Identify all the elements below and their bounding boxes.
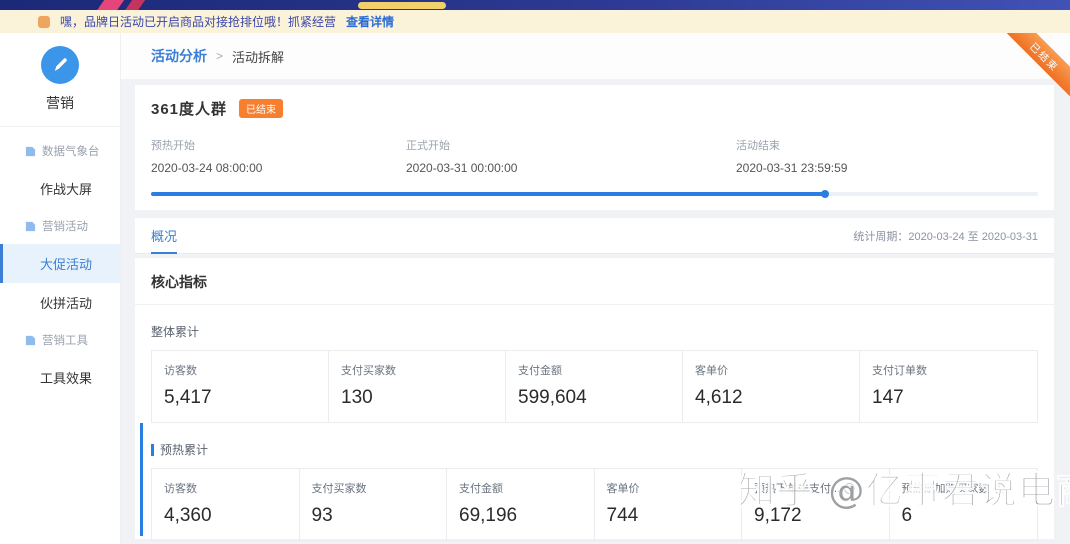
metric-value: 5,417: [164, 387, 212, 408]
section-label-text: 预热累计: [160, 443, 209, 457]
decor-stripe: [91, 0, 129, 10]
official-start-value: 2020-03-31 00:00:00: [406, 161, 518, 175]
metric-value: 6: [901, 505, 913, 526]
activity-progress-bar: [151, 190, 1038, 198]
metric-cell: 访客数 5,417: [152, 351, 329, 422]
sidebar-item-label: 工具效果: [40, 371, 93, 386]
metric-cell: 支付买家数 93: [300, 469, 447, 540]
metric-cell: 客单价 744: [595, 469, 742, 540]
activity-summary-card: 361度人群 已结束 预热开始 2020-03-24 08:00:00 正式开始…: [135, 85, 1054, 210]
notification-banner: 嘿，品牌日活动已开启商品对接抢排位哦！抓紧经营 查看详情: [0, 10, 1070, 33]
activity-end-label: 活动结束: [736, 140, 780, 152]
metric-label: 预热期加购买家数: [901, 483, 990, 495]
sidebar-item-group-activity[interactable]: 伙拼活动: [0, 283, 120, 322]
sidebar-item-tool-effect[interactable]: 工具效果: [0, 358, 120, 397]
metrics-title: 核心指标: [151, 274, 207, 290]
metric-cell: 访客数 4,360: [152, 469, 300, 540]
app-title: 营销: [46, 95, 74, 111]
sidebar-group-data[interactable]: 数据气象台: [0, 133, 120, 169]
metric-label: 客单价: [606, 483, 640, 495]
metric-cell: 预热期加购买家数 i 6: [890, 469, 1038, 540]
breadcrumb-parent[interactable]: 活动分析: [151, 46, 207, 66]
core-metrics-card: 核心指标 整体累计 访客数 5,417 支付买家数 130 支付金额 599,6…: [135, 258, 1054, 541]
metric-label: 支付金额: [518, 365, 562, 377]
sidebar-item-label: 营销工具: [42, 335, 88, 347]
sidebar-item-label: 大促活动: [40, 257, 93, 272]
metric-value: 69,196: [459, 505, 518, 526]
activity-end-value: 2020-03-31 23:59:59: [736, 161, 848, 175]
banner-text: 嘿，品牌日活动已开启商品对接抢排位哦！抓紧经营: [60, 15, 337, 29]
progress-dot: [821, 190, 830, 198]
metric-value: 4,612: [695, 387, 743, 408]
section-accent-bar: [151, 443, 154, 456]
tab-bar: 概况 统计周期：2020-03-24 至 2020-03-31: [135, 218, 1054, 254]
sidebar: 营销 数据气象台 作战大屏 营销活动 大促活动 伙拼活动 营销工具 工具效果: [0, 33, 121, 544]
divider: [135, 304, 1054, 305]
metric-label: 客单价: [695, 365, 728, 377]
metric-cell: 预热下单未支付... i 9,172: [742, 469, 890, 540]
metric-label: 预热下单未支付...: [754, 483, 841, 495]
status-ribbon: 已结束: [1004, 33, 1070, 99]
activity-title: 361度人群: [151, 101, 228, 118]
metric-value: 4,360: [164, 505, 212, 526]
metric-value: 744: [606, 505, 639, 526]
document-icon: [25, 335, 36, 345]
sidebar-item-label: 数据气象台: [42, 146, 100, 158]
sidebar-item-label: 作战大屏: [40, 182, 93, 197]
sidebar-group-tools[interactable]: 营销工具: [0, 322, 120, 358]
marketing-pen-icon: [41, 46, 79, 84]
info-icon[interactable]: i: [844, 482, 856, 494]
tab-overview[interactable]: 概况: [151, 218, 178, 254]
scroll-indicator-bar: [140, 423, 143, 536]
metric-label: 支付订单数: [872, 365, 927, 377]
top-decor-strip: [0, 0, 1070, 10]
metric-label: 支付买家数: [341, 365, 396, 377]
decor-pill: [358, 2, 446, 9]
sidebar-group-activities[interactable]: 营销活动: [0, 208, 120, 244]
overall-metrics-grid: 访客数 5,417 支付买家数 130 支付金额 599,604 客单价 4,6…: [151, 350, 1038, 423]
progress-fill: [151, 192, 826, 196]
metric-value: 147: [872, 387, 904, 408]
sidebar-menu: 数据气象台 作战大屏 营销活动 大促活动 伙拼活动 营销工具 工具效果: [0, 127, 120, 397]
metric-label: 支付买家数: [311, 483, 367, 495]
breadcrumb: 活动分析 > 活动拆解: [121, 33, 1070, 79]
breadcrumb-separator: >: [216, 49, 224, 63]
megaphone-icon: [38, 15, 50, 28]
metric-value: 9,172: [754, 505, 802, 526]
banner-details-link[interactable]: 查看详情: [346, 13, 394, 30]
metric-cell: 支付订单数 147: [860, 351, 1037, 422]
official-start-label: 正式开始: [406, 140, 450, 152]
sidebar-item-battle-screen[interactable]: 作战大屏: [0, 169, 120, 208]
metric-label: 访客数: [164, 365, 197, 377]
metric-value: 130: [341, 387, 373, 408]
metric-label: 访客数: [164, 483, 197, 495]
preheat-start-value: 2020-03-24 08:00:00: [151, 161, 263, 175]
metric-value: 599,604: [518, 387, 587, 408]
corner-ribbon-box: 已结束: [1004, 33, 1070, 99]
metric-cell: 支付金额 599,604: [506, 351, 683, 422]
breadcrumb-current: 活动拆解: [232, 49, 285, 65]
metric-value: 93: [311, 505, 333, 526]
sidebar-item-label: 伙拼活动: [40, 296, 93, 311]
decor-stripe: [119, 0, 150, 10]
status-badge: 已结束: [239, 99, 284, 118]
statistics-period: 统计周期：2020-03-24 至 2020-03-31: [853, 230, 1038, 243]
section-overall-label: 整体累计: [151, 323, 1038, 340]
main-content: 已结束 活动分析 > 活动拆解 361度人群 已结束 预热开始 2020-03-…: [121, 33, 1070, 544]
preheat-start-label: 预热开始: [151, 140, 195, 152]
info-icon[interactable]: i: [993, 482, 1005, 494]
sidebar-item-promo-activity[interactable]: 大促活动: [0, 244, 120, 283]
metric-cell: 支付金额 69,196: [447, 469, 595, 540]
metric-label: 支付金额: [459, 483, 503, 495]
metric-cell: 客单价 4,612: [683, 351, 860, 422]
document-icon: [25, 221, 36, 231]
preheat-metrics-grid: 访客数 4,360 支付买家数 93 支付金额 69,196 客单价 744 预…: [151, 468, 1038, 541]
document-icon: [25, 146, 36, 156]
sidebar-item-label: 营销活动: [42, 221, 88, 233]
metric-cell: 支付买家数 130: [329, 351, 506, 422]
section-preheat-label: 预热累计: [151, 441, 1038, 458]
section-label-text: 整体累计: [151, 325, 200, 339]
